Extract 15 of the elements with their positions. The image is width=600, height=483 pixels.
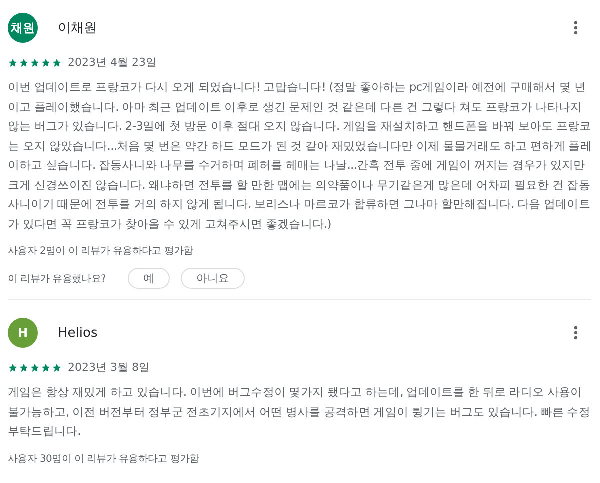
helpful-count: 사용자 30명이 이 리뷰가 유용하다고 평가함 [8, 452, 200, 466]
review-text: 이번 업데이트로 프랑코가 다시 오게 되었습니다! 고맙습니다! (정말 좋아하는 pc게임이라 예전에 구매해서 몇 년이고 플레이했습니다. 아마 최근 업데이트 이후로 생긴 문제인 것 같은데 다른 건 그렇다 쳐도 프랑코가 나타나지 않는 버그가 있습니다. 2-3일에 첫 방문 이후 절대 오지 않습니다. 게임을 재설치하고 핸드폰을 바꿔 보아도 프랑코는 오지 않았습니다...처음 몇 번은 약간 하드 모드가 된 것 같아 재밌었습니다만 이제 물물거래도 하고 편하게 플레이하고 싶습니다. 잡동사니와 나무를 수거하며 폐허를 헤매는 나날...간혹 전투 중에 게임이 꺼지는 경우가 있지만 크게 신경쓰이진 않습니다. 왜냐하면 전투를 할 만한 맵에는 의약품이나 무기같은게 많은데 어차피 필요한 건 잡동사니이기 때문에 전투를 거의 하지 않게 됩니다. 보리스나 마르코가 합류하면 그나마 할만해집니다. 다음 업데이트가 있다면 꼭 프랑코가 찾아올 수 있게 고쳐주시면 좋겠습니다.) [8, 79, 593, 232]
more-icon[interactable] [574, 326, 578, 340]
avatar: H [8, 318, 38, 348]
helpful-count: 사용자 2명이 이 리뷰가 유용하다고 평가함 [8, 245, 194, 258]
more-icon[interactable] [574, 21, 578, 35]
review-date: 2023년 3월 8일 [68, 360, 150, 375]
helpful-question: 이 리뷰가 유용했나요? [8, 272, 106, 286]
review-date: 2023년 4월 23일 [68, 55, 157, 70]
author-name: 이채원 [58, 20, 97, 37]
vote-button[interactable]: 아니요 [181, 268, 246, 289]
review-text: 게임은 항상 재밌게 하고 있습니다. 이번에 버그수정이 몇가지 됐다고 하는데, 업데이트를 한 뒤로 라디오 사용이 불가능하고, 이전 버전부터 정부군 전초기지에서 어떤 병사를 공격하면 게임이 튕기는 버그도 있습니다. 빠른 수정 부탁드립니다. [8, 384, 592, 440]
avatar: 채원 [8, 13, 38, 43]
author-name: Helios [58, 326, 98, 340]
vote-button[interactable]: 예 [128, 268, 170, 289]
